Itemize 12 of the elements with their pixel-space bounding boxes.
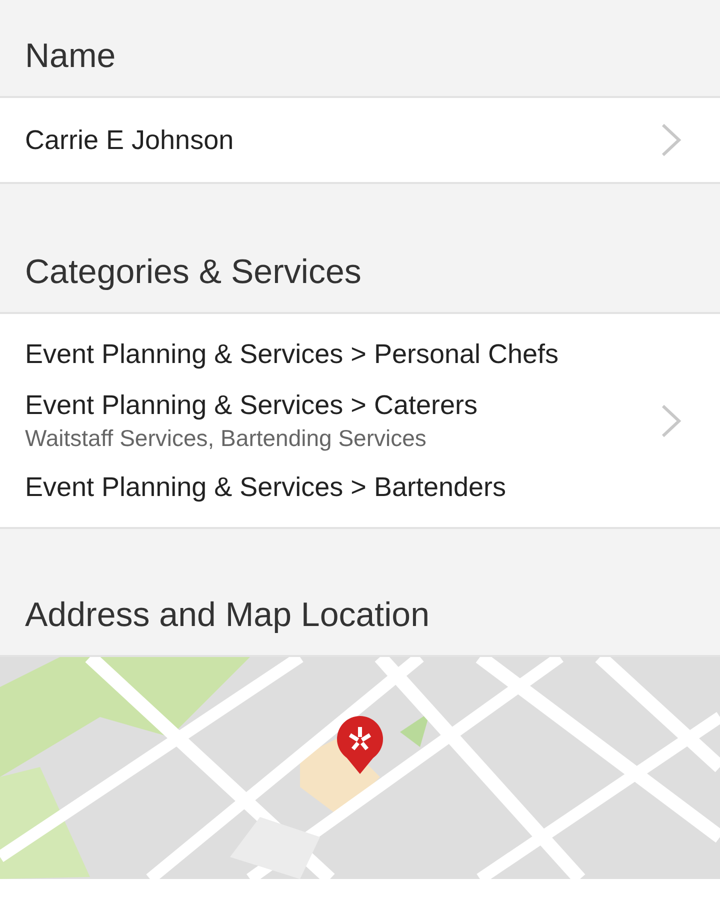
section-heading: Address and Map Location <box>24 595 430 636</box>
list-row[interactable]: Event Planning & Services > Personal Chefs Event Planning & Services > Caterers Waitstaff Services, Bartending Services Event Planning & Services > Bartenders <box>0 312 720 530</box>
category-text: Carrie E Johnson <box>25 124 235 156</box>
chevron-icon <box>660 122 682 158</box>
category-text: Event Planning & Services > Bartenders <box>25 470 508 504</box>
subcategory-text: Waitstaff Services, Bartending Services <box>25 425 428 453</box>
category-text: Event Planning & Services > Personal Chefs <box>25 338 560 371</box>
section-heading: Categories & Services <box>24 252 362 294</box>
list-row[interactable]: Carrie E Johnson <box>0 96 720 184</box>
chevron-icon <box>660 402 682 439</box>
category-text: Event Planning & Services > Caterers <box>25 388 478 422</box>
section-heading: Name <box>24 36 117 77</box>
